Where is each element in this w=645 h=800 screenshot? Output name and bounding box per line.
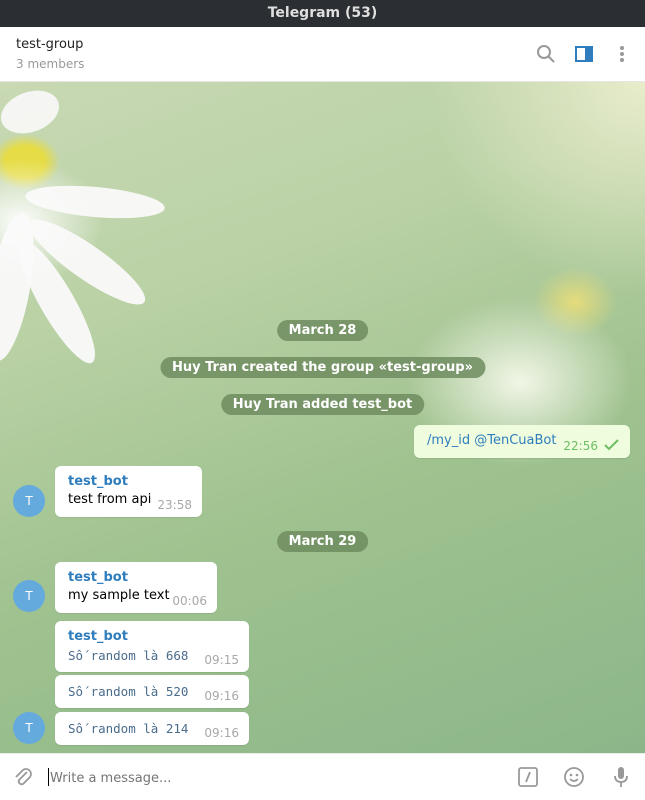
avatar[interactable]: T [13,485,45,517]
message-text[interactable]: Số random là 214 [68,721,188,736]
more-vertical-icon[interactable] [611,43,633,65]
date-separator: March 29 [276,531,369,552]
compose-bar [0,753,645,800]
message-input[interactable] [48,768,492,788]
message-text[interactable]: my sample text [68,588,170,603]
service-message: Huy Tran added test_bot [220,394,425,415]
incoming-message[interactable]: Số random là 214 09:16 [55,712,249,745]
message-time: 09:16 [204,689,239,703]
sender-name[interactable]: test_bot [68,629,128,644]
sender-name[interactable]: test_bot [68,570,128,585]
message-time: 23:58 [157,498,192,512]
search-icon[interactable] [535,43,557,65]
incoming-message[interactable]: test_bot test from api 23:58 [55,466,202,517]
background-flower [0,82,66,142]
bot-command-icon[interactable] [517,766,539,788]
message-text[interactable]: /my_id @TenCuaBot [427,433,556,448]
message-text[interactable]: Số random là 668 [68,648,188,663]
chat-name[interactable]: test-group [16,37,83,52]
message-text[interactable]: Số random là 520 [68,684,188,699]
incoming-message[interactable]: test_bot my sample text 00:06 [55,562,217,613]
microphone-icon[interactable] [610,765,632,789]
sidebar-toggle-icon[interactable] [573,43,595,65]
message-list[interactable]: March 28 Huy Tran created the group «tes… [0,82,645,753]
background-flower [23,180,167,224]
message-time: 22:56 [563,439,598,453]
avatar[interactable]: T [13,712,45,744]
attach-icon[interactable] [12,766,34,788]
outgoing-message[interactable]: /my_id @TenCuaBot 22:56 [414,425,630,458]
avatar[interactable]: T [13,580,45,612]
message-time: 09:16 [204,726,239,740]
message-time: 09:15 [204,653,239,667]
chat-header: test-group 3 members [0,27,645,82]
double-check-icon [604,439,619,451]
member-count[interactable]: 3 members [16,57,84,71]
incoming-message[interactable]: Số random là 520 09:16 [55,675,249,708]
date-separator: March 28 [276,320,369,341]
message-time: 00:06 [172,594,207,608]
sender-name[interactable]: test_bot [68,474,128,489]
service-message: Huy Tran created the group «test-group» [159,357,486,378]
emoji-icon[interactable] [563,766,585,788]
incoming-message[interactable]: test_bot Số random là 668 09:15 [55,621,249,672]
window-title: Telegram (53) [0,0,645,27]
message-text[interactable]: test from api [68,492,151,507]
